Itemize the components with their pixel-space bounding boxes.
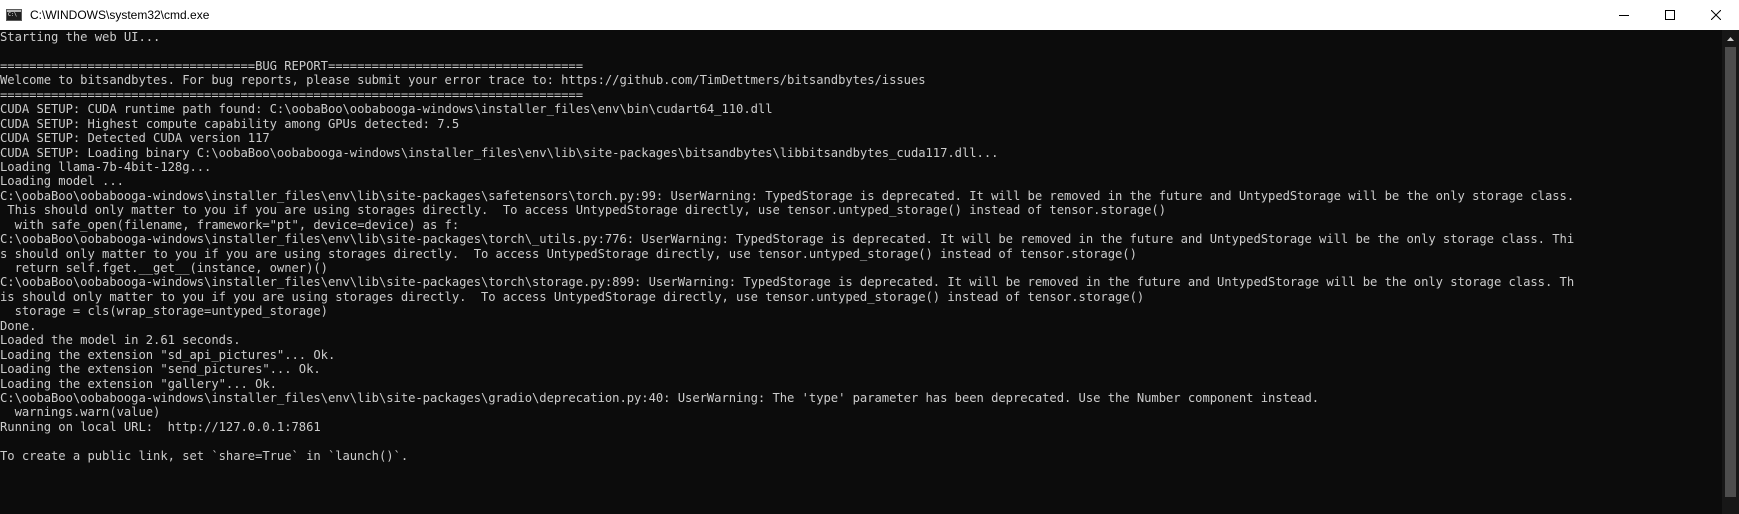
- minimize-button[interactable]: [1601, 0, 1647, 30]
- console-line: Loading the extension "send_pictures"...…: [0, 362, 321, 377]
- console-line: with safe_open(filename, framework="pt",…: [0, 217, 460, 232]
- maximize-icon: [1665, 10, 1675, 20]
- console-line: CUDA SETUP: Loading binary C:\oobaBoo\oo…: [0, 145, 999, 160]
- maximize-button[interactable]: [1647, 0, 1693, 30]
- window-title: C:\WINDOWS\system32\cmd.exe: [30, 8, 210, 22]
- console-line: To create a public link, set `share=True…: [0, 448, 409, 463]
- console-line: Running on local URL: http://127.0.0.1:7…: [0, 419, 321, 434]
- console-line: return self.fget.__get__(instance, owner…: [0, 261, 328, 275]
- console-line: Loading the extension "gallery"... Ok.: [0, 376, 277, 391]
- console-output[interactable]: Starting the web UI... ==================…: [0, 30, 1724, 514]
- console-line: C:\oobaBoo\oobabooga-windows\installer_f…: [0, 188, 1575, 203]
- console-line: Loaded the model in 2.61 seconds.: [0, 333, 241, 348]
- console-line: ========================================…: [0, 87, 584, 102]
- console-line: CUDA SETUP: Detected CUDA version 117: [0, 131, 270, 146]
- close-button[interactable]: [1693, 0, 1739, 30]
- console-line: CUDA SETUP: Highest compute capability a…: [0, 116, 460, 131]
- console-line: This should only matter to you if you ar…: [0, 203, 1167, 218]
- vertical-scrollbar[interactable]: [1722, 30, 1739, 514]
- console-line: Welcome to bitsandbytes. For bug reports…: [0, 73, 926, 88]
- console-line: ===================================BUG R…: [0, 58, 584, 73]
- console-line: Loading the extension "sd_api_pictures".…: [0, 347, 336, 362]
- console-line: CUDA SETUP: CUDA runtime path found: C:\…: [0, 102, 773, 117]
- minimize-icon: [1619, 15, 1629, 16]
- title-bar[interactable]: C:\WINDOWS\system32\cmd.exe: [0, 0, 1739, 30]
- window-controls: [1601, 0, 1739, 30]
- console-line: Starting the web UI...: [0, 30, 161, 44]
- scroll-up-button[interactable]: [1722, 30, 1739, 47]
- console-line: warnings.warn(value): [0, 405, 161, 420]
- console-line: Loading llama-7b-4bit-128g...: [0, 159, 212, 174]
- scrollbar-thumb[interactable]: [1725, 47, 1736, 497]
- console-line: is should only matter to you if you are …: [0, 289, 1145, 304]
- console-line: Loading model ...: [0, 174, 124, 189]
- console-line: s should only matter to you if you are u…: [0, 246, 1137, 261]
- console-line: C:\oobaBoo\oobabooga-windows\installer_f…: [0, 390, 1320, 405]
- console-line: storage = cls(wrap_storage=untyped_stora…: [0, 304, 328, 319]
- console-line: C:\oobaBoo\oobabooga-windows\installer_f…: [0, 275, 1575, 290]
- cmd-icon[interactable]: [6, 9, 22, 21]
- close-icon: [1711, 10, 1721, 20]
- console-line: C:\oobaBoo\oobabooga-windows\installer_f…: [0, 232, 1575, 247]
- console-line: Done.: [0, 318, 37, 333]
- console-window: C:\WINDOWS\system32\cmd.exe Starting the…: [0, 0, 1739, 514]
- chevron-up-icon: [1727, 36, 1734, 41]
